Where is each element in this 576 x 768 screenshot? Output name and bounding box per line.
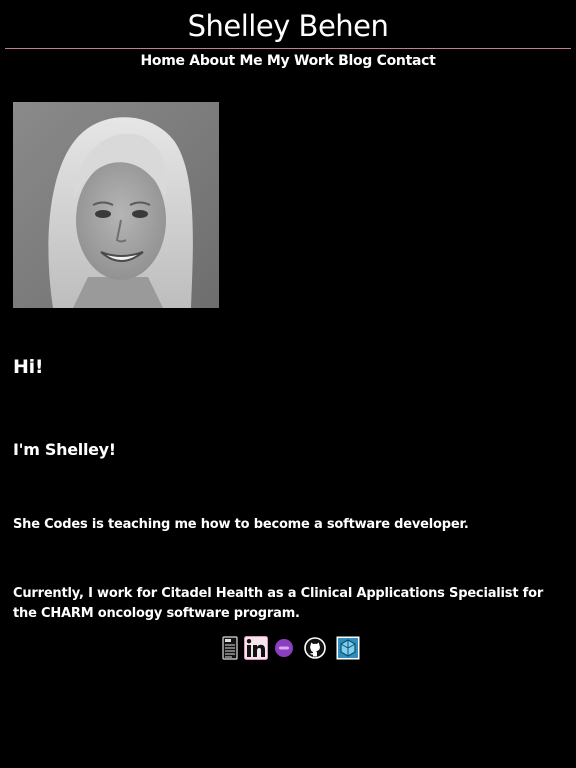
header-divider	[5, 48, 571, 49]
resume-icon	[222, 636, 238, 660]
page: Shelley Behen Home About Me My Work Blog…	[0, 0, 576, 768]
shecodes-paragraph: She Codes is teaching me how to become a…	[13, 517, 469, 532]
nav-link-blog[interactable]: Blog	[338, 53, 372, 69]
codewars-link[interactable]	[336, 636, 360, 664]
shecodes-icon	[275, 639, 293, 657]
linkedin-link[interactable]	[244, 636, 268, 664]
nav-link-home[interactable]: Home	[141, 53, 186, 69]
social-links	[222, 636, 360, 664]
site-title: Shelley Behen	[187, 9, 389, 43]
nav-link-about-me[interactable]: About Me	[189, 53, 262, 69]
shecodes-link[interactable]	[274, 638, 294, 662]
codewars-icon	[336, 636, 360, 660]
nav-link-my-work[interactable]: My Work	[267, 53, 334, 69]
linkedin-icon	[244, 636, 268, 660]
intro-heading: I'm Shelley!	[13, 440, 116, 459]
profile-photo	[13, 102, 219, 308]
resume-link[interactable]	[222, 636, 238, 664]
greeting-heading: Hi!	[13, 356, 44, 378]
nav-link-contact[interactable]: Contact	[377, 53, 436, 69]
github-icon	[304, 637, 326, 659]
work-paragraph: Currently, I work for Citadel Health as …	[13, 586, 544, 621]
main-nav: Home About Me My Work Blog Contact	[0, 51, 576, 71]
github-link[interactable]	[304, 637, 326, 663]
